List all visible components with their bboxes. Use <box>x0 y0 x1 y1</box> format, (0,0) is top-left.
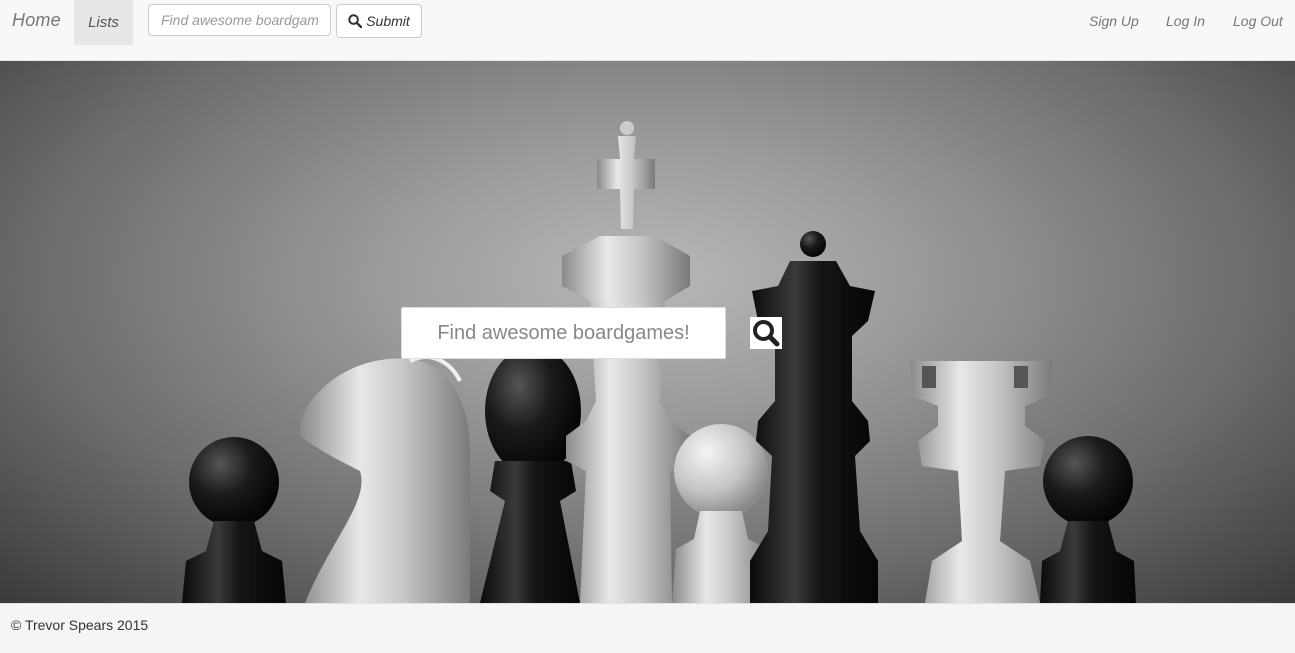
nav-item-lists-label: Lists <box>88 14 119 31</box>
black-bishop <box>480 346 581 603</box>
copyright-text: © Trevor Spears 2015 <box>11 617 149 633</box>
footer: © Trevor Spears 2015 <box>0 603 1295 653</box>
black-pawn-left <box>182 437 286 603</box>
navbar-search-input[interactable] <box>148 4 331 36</box>
white-rook <box>910 361 1053 603</box>
hero-banner <box>0 61 1295 603</box>
black-queen <box>750 231 878 603</box>
log-in-link[interactable]: Log In <box>1166 13 1205 29</box>
navbar: Home Lists Submit Sign Up Log In Log Out <box>0 0 1295 61</box>
home-link[interactable]: Home <box>12 10 61 31</box>
nav-item-lists[interactable]: Lists <box>74 0 133 45</box>
log-out-link[interactable]: Log Out <box>1233 13 1283 29</box>
search-icon <box>753 320 780 347</box>
search-icon <box>348 14 363 28</box>
hero-search-input[interactable] <box>401 307 726 359</box>
hero-search-button[interactable] <box>750 317 782 349</box>
white-king <box>562 121 690 603</box>
submit-button[interactable]: Submit <box>336 4 422 38</box>
submit-label: Submit <box>366 13 410 29</box>
white-knight <box>300 355 470 603</box>
black-pawn-right <box>1040 436 1136 603</box>
sign-up-link[interactable]: Sign Up <box>1089 13 1139 29</box>
